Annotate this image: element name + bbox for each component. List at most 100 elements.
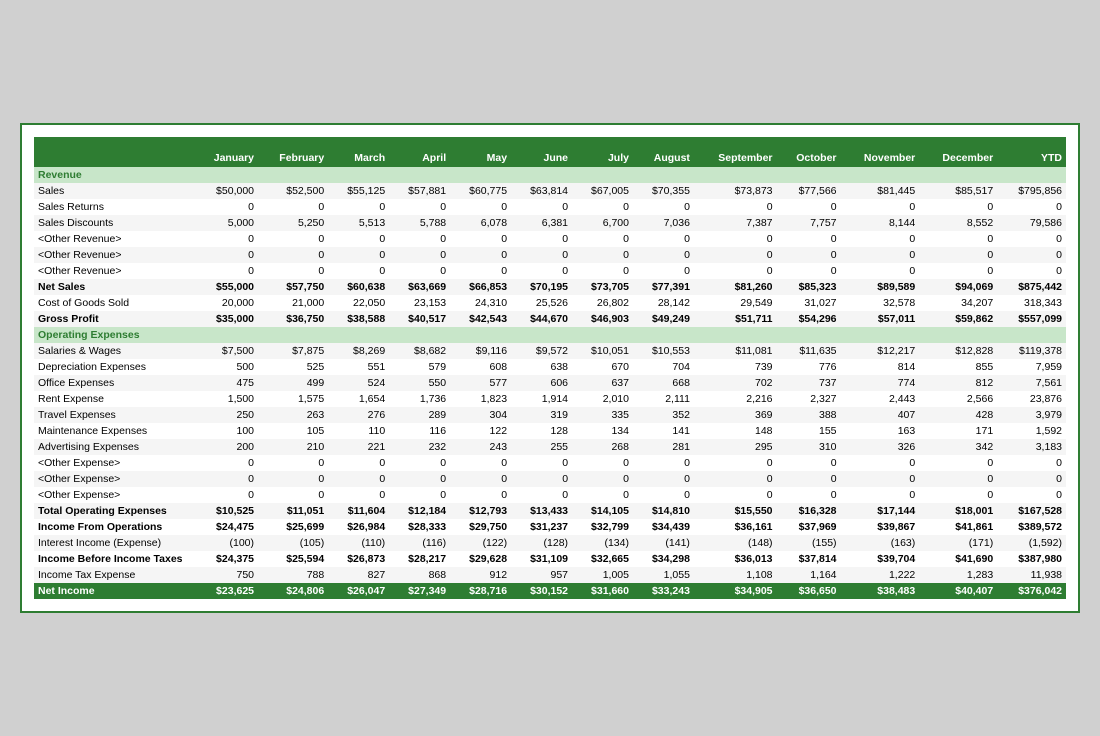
row-value: 0 — [328, 471, 389, 487]
row-value: 0 — [258, 231, 328, 247]
row-value: 1,055 — [633, 567, 694, 583]
row-value: 0 — [841, 247, 920, 263]
row-label: <Other Expense> — [34, 471, 194, 487]
row-value: $89,589 — [841, 279, 920, 295]
row-value: 0 — [389, 471, 450, 487]
row-value — [328, 167, 389, 183]
row-value — [997, 167, 1066, 183]
row-value: 0 — [572, 247, 633, 263]
row-label: Sales Discounts — [34, 215, 194, 231]
row-value: $12,217 — [841, 343, 920, 359]
row-value: $34,439 — [633, 519, 694, 535]
row-value — [511, 167, 572, 183]
row-value: $63,814 — [511, 183, 572, 199]
row-value: 0 — [572, 487, 633, 503]
row-value: $10,525 — [194, 503, 258, 519]
row-value: 475 — [194, 375, 258, 391]
row-value: (122) — [450, 535, 511, 551]
row-value — [194, 327, 258, 343]
row-value: $50,000 — [194, 183, 258, 199]
row-value: 122 — [450, 423, 511, 439]
row-value: 0 — [511, 455, 572, 471]
row-value: 704 — [633, 359, 694, 375]
row-value: 6,381 — [511, 215, 572, 231]
row-label: Office Expenses — [34, 375, 194, 391]
row-value: 21,000 — [258, 295, 328, 311]
row-value: 1,283 — [919, 567, 997, 583]
row-label: <Other Revenue> — [34, 231, 194, 247]
row-value: 0 — [572, 455, 633, 471]
row-value: 11,938 — [997, 567, 1066, 583]
row-value: $11,604 — [328, 503, 389, 519]
row-value: 0 — [450, 247, 511, 263]
row-value: 0 — [919, 199, 997, 215]
row-value: 8,144 — [841, 215, 920, 231]
row-value: 0 — [572, 231, 633, 247]
row-value — [777, 327, 841, 343]
col-header-may: May — [450, 149, 511, 167]
row-value — [694, 327, 777, 343]
row-value: 637 — [572, 375, 633, 391]
row-value: $795,856 — [997, 183, 1066, 199]
row-value: 0 — [694, 487, 777, 503]
row-value: 0 — [997, 247, 1066, 263]
row-value: 0 — [194, 199, 258, 215]
row-value: 2,327 — [777, 391, 841, 407]
row-value: 957 — [511, 567, 572, 583]
row-value: 0 — [633, 455, 694, 471]
row-value: 0 — [694, 199, 777, 215]
row-value: $41,690 — [919, 551, 997, 567]
row-value: 0 — [919, 487, 997, 503]
row-value: 0 — [633, 263, 694, 279]
row-value: 750 — [194, 567, 258, 583]
row-value: $12,184 — [389, 503, 450, 519]
row-label: Revenue — [34, 167, 194, 183]
row-value: 1,575 — [258, 391, 328, 407]
row-value: 2,010 — [572, 391, 633, 407]
row-value: 0 — [919, 471, 997, 487]
row-value: $57,750 — [258, 279, 328, 295]
row-value: 702 — [694, 375, 777, 391]
row-value: 0 — [694, 455, 777, 471]
row-value: 79,586 — [997, 215, 1066, 231]
row-value: 0 — [194, 455, 258, 471]
row-label: Sales — [34, 183, 194, 199]
row-value: $70,355 — [633, 183, 694, 199]
row-value: 0 — [511, 199, 572, 215]
row-value: 855 — [919, 359, 997, 375]
row-value: 0 — [841, 455, 920, 471]
row-value: $44,670 — [511, 311, 572, 327]
row-value: 0 — [633, 471, 694, 487]
row-value: 0 — [511, 471, 572, 487]
row-value — [389, 167, 450, 183]
row-value: 34,207 — [919, 295, 997, 311]
row-value: 1,592 — [997, 423, 1066, 439]
row-value: 739 — [694, 359, 777, 375]
row-value: $119,378 — [997, 343, 1066, 359]
row-value — [841, 167, 920, 183]
row-value: (1,592) — [997, 535, 1066, 551]
row-value: 1,736 — [389, 391, 450, 407]
col-header-february: February — [258, 149, 328, 167]
row-value: $41,861 — [919, 519, 997, 535]
row-value: 352 — [633, 407, 694, 423]
row-value: 7,387 — [694, 215, 777, 231]
row-value: 0 — [841, 199, 920, 215]
row-value: $81,445 — [841, 183, 920, 199]
row-value: $49,249 — [633, 311, 694, 327]
row-value: 524 — [328, 375, 389, 391]
row-value: $14,810 — [633, 503, 694, 519]
col-header-january: January — [194, 149, 258, 167]
row-value: 6,078 — [450, 215, 511, 231]
row-value: 0 — [919, 263, 997, 279]
row-value: $60,775 — [450, 183, 511, 199]
row-value: 281 — [633, 439, 694, 455]
row-value: 0 — [258, 247, 328, 263]
row-value: 200 — [194, 439, 258, 455]
row-value: 116 — [389, 423, 450, 439]
row-value: 407 — [841, 407, 920, 423]
row-value: (171) — [919, 535, 997, 551]
row-value: 0 — [572, 263, 633, 279]
col-header-june: June — [511, 149, 572, 167]
row-value: 342 — [919, 439, 997, 455]
